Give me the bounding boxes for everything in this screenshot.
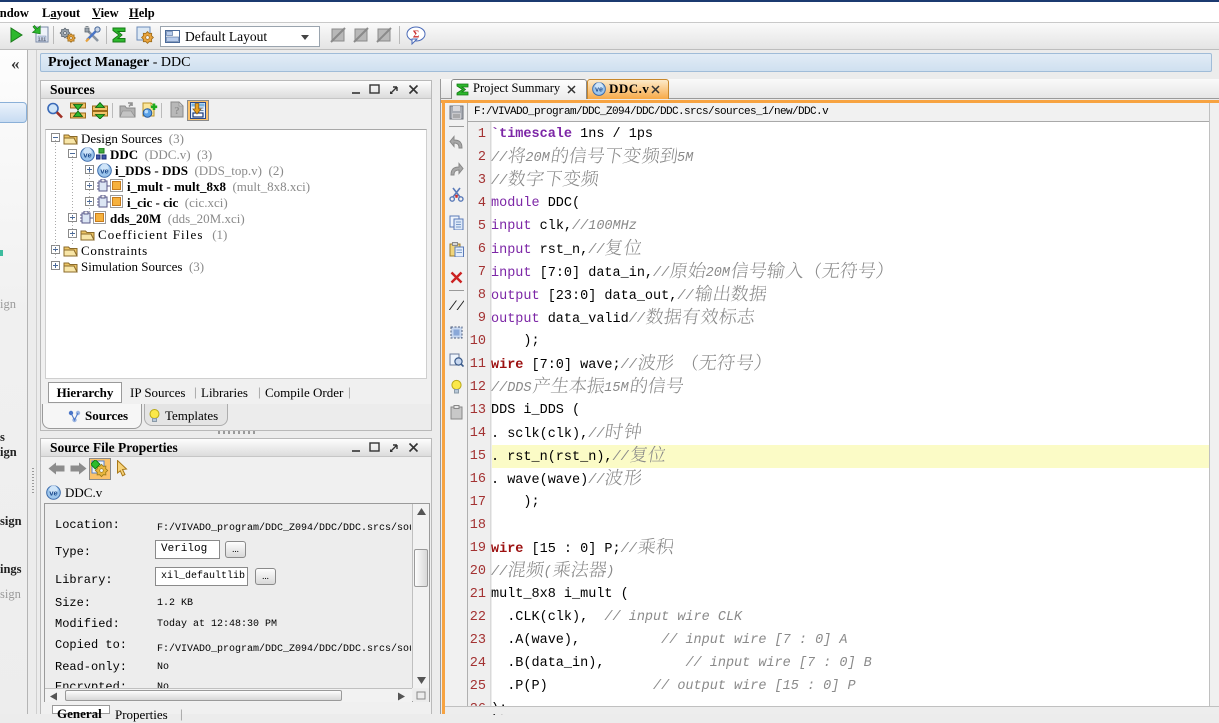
svg-text:101: 101 — [38, 36, 46, 41]
svg-text:?: ? — [174, 105, 180, 117]
svg-text:ve: ve — [595, 87, 603, 94]
svg-text:Σ: Σ — [413, 30, 420, 41]
svg-text:ve: ve — [49, 488, 57, 497]
svg-text:ve: ve — [100, 166, 108, 175]
svg-text:ve: ve — [83, 150, 91, 159]
